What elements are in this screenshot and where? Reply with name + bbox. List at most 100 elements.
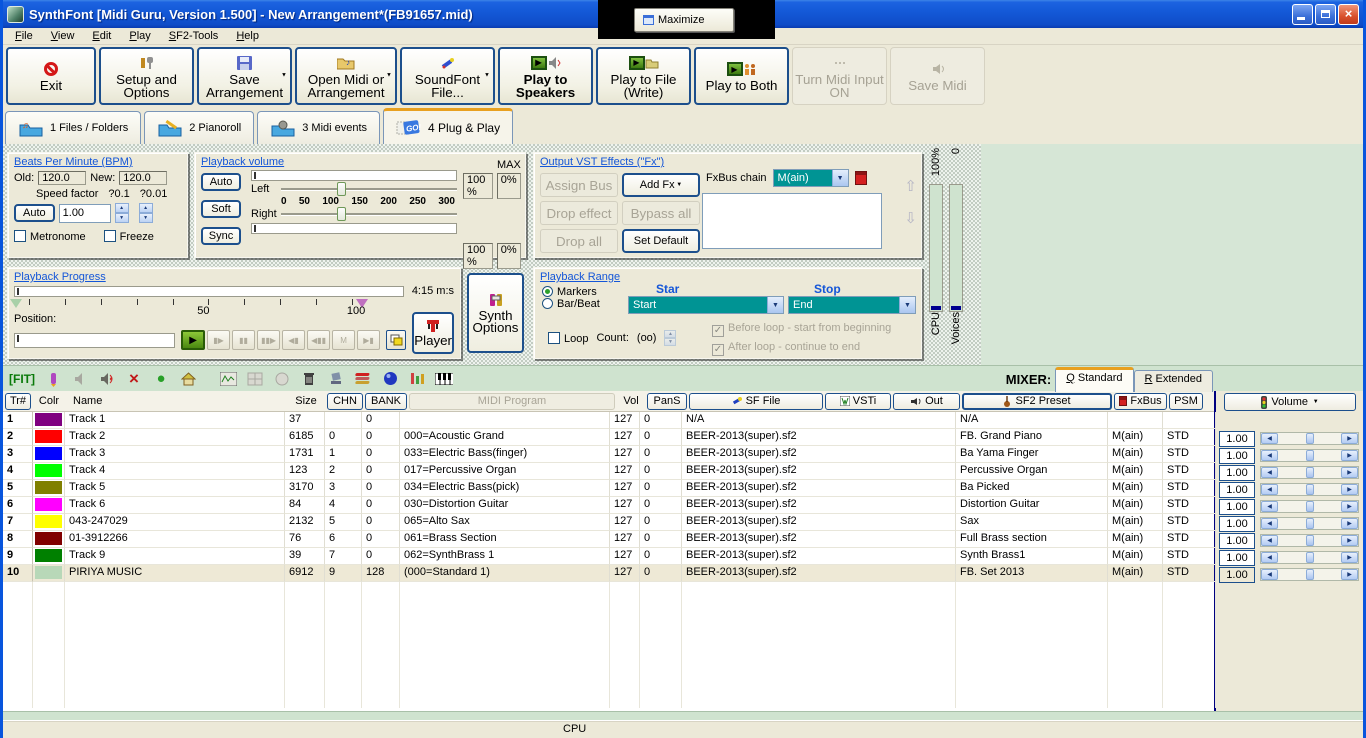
equalizer-icon[interactable] [408,370,426,388]
progress-bar[interactable] [14,285,404,297]
turn-midi-input-button[interactable]: Turn Midi Input ON [792,47,887,105]
maximize-button[interactable]: Maximize [634,8,734,32]
volume-soft-button[interactable]: Soft [201,200,241,218]
wave-display-icon[interactable] [219,370,237,388]
track-color[interactable] [33,531,65,548]
slider-thumb[interactable] [1305,535,1314,546]
drop-all-button[interactable]: Drop all [540,229,618,253]
slider-right-arrow[interactable]: ▶ [1341,552,1358,563]
table-row-selected[interactable]: 10 PIRIYA MUSIC 6912 9 128 (000=Standard… [3,565,1216,582]
slider-right-arrow[interactable]: ▶ [1341,569,1358,580]
rewind-button[interactable]: ◀▮▮ [307,330,331,350]
slider-thumb[interactable] [1305,484,1314,495]
start-marker[interactable] [10,299,22,308]
track-color[interactable] [33,412,65,429]
stamp-icon[interactable] [327,370,345,388]
menu-edit[interactable]: Edit [84,29,119,43]
pause-button[interactable]: ▮▮ [232,330,256,350]
cascade-windows-button[interactable] [386,330,407,350]
metronome-checkbox[interactable]: Metronome [14,230,86,243]
setup-options-button[interactable]: Setup and Options [99,47,194,105]
slider-thumb[interactable] [1305,518,1314,529]
track-volume-value[interactable]: 1.00 [1219,566,1255,583]
chevron-down-icon[interactable]: ▼ [831,170,848,186]
fast-forward-button[interactable]: ▮▮▶ [257,330,281,350]
mixer-tab-extended[interactable]: R Extended [1133,370,1213,392]
slider-left-arrow[interactable]: ◀ [1261,552,1278,563]
table-row[interactable]: 7 043-247029 2132 5 0 065=Alto Sax 127 0… [3,514,1216,531]
home-icon[interactable] [179,370,197,388]
track-volume-slider[interactable]: ◀ ▶ [1260,517,1359,530]
chevron-down-icon[interactable]: ▼ [767,297,783,313]
slider-thumb[interactable] [1305,501,1314,512]
markers-radio[interactable]: Markers [542,286,597,298]
save-arrangement-button[interactable]: Save Arrangement [197,47,292,105]
volume-sync-button[interactable]: Sync [201,227,241,245]
track-volume-value[interactable]: 1.00 [1219,464,1255,481]
record-circle-icon[interactable]: ● [152,370,170,388]
slider-thumb[interactable] [1305,433,1314,444]
piano-icon[interactable] [435,370,453,388]
tab-midi-events[interactable]: 3 Midi events [257,111,381,144]
barbeat-radio[interactable]: Bar/Beat [542,298,600,310]
play-button[interactable]: ▶ [181,330,206,350]
track-color[interactable] [33,497,65,514]
track-color[interactable] [33,548,65,565]
play-to-both-button[interactable]: ▶ Play to Both [694,47,789,105]
trash-icon[interactable] [300,370,318,388]
fx-move-down-arrow[interactable]: ⇩ [904,211,917,227]
right-volume-slider[interactable] [281,207,457,221]
table-row[interactable]: 1 Track 1 37 0 127 0 N/A N/A [3,412,1216,429]
play-to-file-button[interactable]: ▶ Play to File (Write) [596,47,691,105]
track-volume-value[interactable]: 1.00 [1219,430,1255,447]
record-pen-icon[interactable] [44,370,62,388]
column-out-button[interactable]: Out [893,392,960,410]
right-slider-thumb[interactable] [337,207,347,221]
track-volume-slider[interactable]: ◀ ▶ [1260,483,1359,496]
track-color[interactable] [33,429,65,446]
fx-chain-listbox[interactable] [702,193,882,249]
track-color[interactable] [33,565,65,582]
tab-pianoroll[interactable]: 2 Pianoroll [144,111,255,144]
slider-left-arrow[interactable]: ◀ [1261,518,1278,529]
step-back-button[interactable]: ◀▮ [282,330,306,350]
speed-spinner-001[interactable]: ▲ ▼ [138,203,153,223]
restore-button[interactable] [1315,3,1336,25]
track-volume-slider[interactable]: ◀ ▶ [1260,432,1359,445]
menu-sf2-tools[interactable]: SF2-Tools [161,29,227,43]
count-spinner[interactable]: ▲ ▼ [664,330,677,346]
slider-left-arrow[interactable]: ◀ [1261,433,1278,444]
bypass-all-button[interactable]: Bypass all [622,201,700,225]
fxbus-device-icon[interactable] [854,171,867,185]
menu-help[interactable]: Help [228,29,267,43]
track-volume-value[interactable]: 1.00 [1219,515,1255,532]
step-forward-button[interactable]: ▮▶ [207,330,231,350]
assign-bus-button[interactable]: Assign Bus [540,173,618,197]
slider-thumb[interactable] [1305,552,1314,563]
drop-effect-button[interactable]: Drop effect [540,201,618,225]
track-color[interactable] [33,514,65,531]
freeze-checkbox[interactable]: Freeze [103,230,154,243]
minimize-button[interactable] [1292,3,1313,25]
range-start-combo[interactable]: Start ▼ [628,296,784,314]
solo-speaker-icon[interactable] [98,370,116,388]
exit-button[interactable]: Exit [6,47,96,105]
column-psm-button[interactable]: PSM [1169,392,1203,410]
menu-view[interactable]: View [43,29,83,43]
track-volume-slider[interactable]: ◀ ▶ [1260,466,1359,479]
column-sf2-preset-button[interactable]: SF2 Preset [962,392,1112,410]
skip-end-button[interactable]: ▶▮ [357,330,381,350]
column-midi-program-button[interactable]: MIDI Program [409,392,615,410]
slider-left-arrow[interactable]: ◀ [1261,569,1278,580]
column-chn-button[interactable]: CHN [327,392,363,410]
layers-icon[interactable] [354,370,372,388]
add-fx-button[interactable]: Add Fx ▼ [622,173,700,197]
slider-right-arrow[interactable]: ▶ [1341,484,1358,495]
table-row[interactable]: 8 01-3912266 76 6 0 061=Brass Section 12… [3,531,1216,548]
table-row[interactable]: 4 Track 4 123 2 0 017=Percussive Organ 1… [3,463,1216,480]
slider-left-arrow[interactable]: ◀ [1261,484,1278,495]
slider-left-arrow[interactable]: ◀ [1261,467,1278,478]
fit-button[interactable]: [FIT] [9,372,35,386]
loop-checkbox[interactable]: Loop [548,331,588,345]
track-volume-value[interactable]: 1.00 [1219,481,1255,498]
